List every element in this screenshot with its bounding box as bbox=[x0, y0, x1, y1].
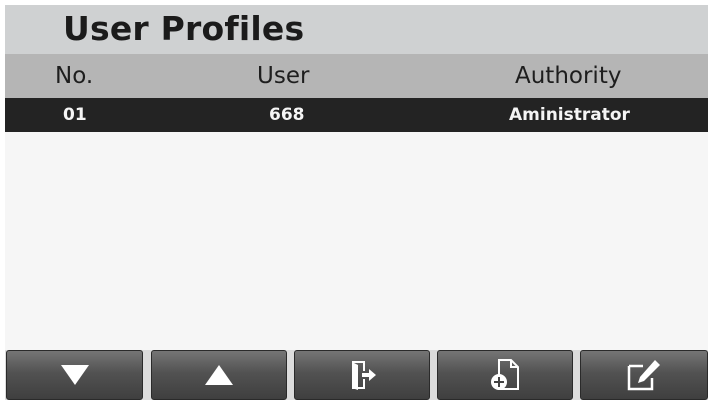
add-user-button[interactable] bbox=[437, 350, 573, 400]
user-profiles-screen: User Profiles No. User Authority 01 668 … bbox=[5, 5, 708, 400]
cell-user: 668 bbox=[269, 105, 305, 125]
logout-door-icon bbox=[352, 361, 376, 390]
cell-authority: Aministrator bbox=[509, 105, 630, 125]
add-document-icon bbox=[491, 359, 519, 390]
column-header-row: No. User Authority bbox=[5, 54, 708, 98]
table-row-selected[interactable]: 01 668 Aministrator bbox=[5, 98, 708, 132]
column-header-authority: Authority bbox=[515, 63, 622, 89]
arrow-down-icon bbox=[60, 365, 89, 385]
page-title: User Profiles bbox=[63, 9, 305, 48]
scroll-up-button[interactable] bbox=[151, 350, 287, 400]
column-header-no: No. bbox=[55, 63, 94, 89]
edit-button[interactable] bbox=[580, 350, 708, 400]
bottom-toolbar bbox=[5, 350, 708, 400]
title-bar: User Profiles bbox=[5, 5, 708, 54]
column-header-user: User bbox=[257, 63, 310, 89]
scroll-down-button[interactable] bbox=[6, 350, 143, 400]
cell-no: 01 bbox=[63, 105, 87, 125]
arrow-up-icon bbox=[205, 365, 233, 385]
logout-button[interactable] bbox=[294, 350, 430, 400]
edit-icon bbox=[627, 360, 660, 391]
list-empty-area bbox=[5, 132, 708, 351]
